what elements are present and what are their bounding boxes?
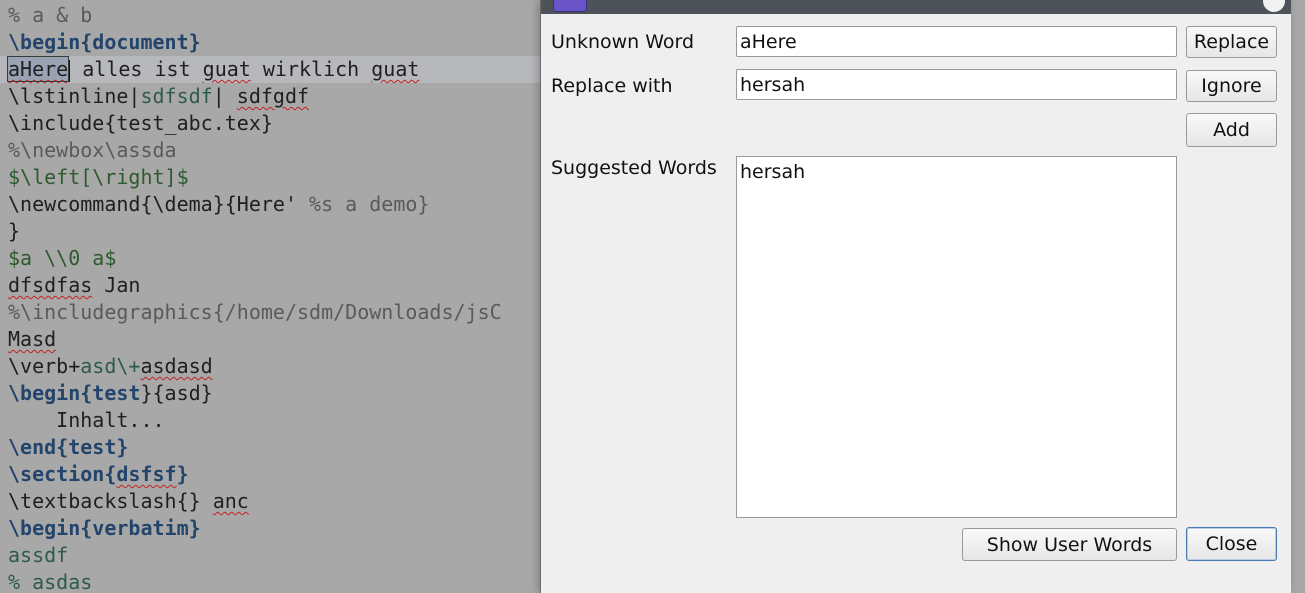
editor-text: assdf <box>8 543 69 567</box>
editor-text: }{asd} <box>140 381 213 405</box>
unknown-word-label: Unknown Word <box>551 31 695 53</box>
editor-line[interactable]: } <box>8 218 20 245</box>
unknown-word-field[interactable] <box>736 26 1177 57</box>
editor-line[interactable]: Masd <box>8 326 56 353</box>
editor-line[interactable]: $a \\0 a$ <box>8 245 116 272</box>
editor-text: verbatim <box>92 516 189 540</box>
app-icon <box>553 0 587 12</box>
editor-line[interactable]: $\left[\right]$ <box>8 164 189 191</box>
close-icon[interactable] <box>1263 0 1285 12</box>
spell-check-dialog: Unknown Word Replace Replace with Ignore… <box>540 0 1291 593</box>
editor-text: \newcommand{\dema}{Here' <box>8 192 310 216</box>
editor-text: asd\+ <box>80 354 141 378</box>
editor-text: } <box>188 516 201 540</box>
editor-text: \begin{ <box>8 516 93 540</box>
editor-text: %\includegraphics{/home/sdm/Downloads/js… <box>8 300 502 324</box>
close-button[interactable]: Close <box>1186 527 1277 561</box>
editor-text: $\left[\right]$ <box>8 165 189 189</box>
editor-line[interactable]: \begin{verbatim} <box>8 515 201 542</box>
editor-text: % a & b <box>8 3 93 27</box>
editor-text: } <box>176 462 189 486</box>
editor-line[interactable]: Inhalt... <box>8 407 165 434</box>
editor-text: \section{ <box>8 462 117 486</box>
misspelled-word: Masd <box>8 327 57 351</box>
suggestion-item[interactable]: hersah <box>737 159 1176 185</box>
editor-line[interactable]: % asdas <box>8 569 92 593</box>
editor-text: test <box>92 381 141 405</box>
replace-with-input[interactable] <box>736 69 1177 100</box>
editor-text: Inhalt... <box>8 408 165 432</box>
misspelled-word: anc <box>212 489 249 513</box>
editor-text: $a \\0 a$ <box>8 246 117 270</box>
editor-text: \begin{ <box>8 30 93 54</box>
editor-text: \end{ <box>8 435 69 459</box>
editor-text: %\newbox\assda <box>8 138 177 162</box>
misspelled-word: sdfgdf <box>236 84 310 108</box>
editor-text: \verb+ <box>8 354 81 378</box>
suggested-words-list[interactable]: hersah <box>736 156 1177 518</box>
misspelled-word: dsfsf <box>116 462 177 486</box>
editor-line[interactable]: dfsdfas Jan <box>8 272 140 299</box>
editor-line[interactable]: \verb+asd\+asdasd <box>8 353 213 380</box>
suggested-words-label: Suggested Words <box>551 157 717 179</box>
editor-line[interactable]: %\newbox\assda <box>8 137 177 164</box>
editor-text: % asdas <box>8 570 93 593</box>
editor-line-current[interactable]: aHere alles ist guat wirklich guat <box>0 56 540 83</box>
misspelled-word: dfsdfas <box>8 273 93 297</box>
editor-line[interactable]: \end{test} <box>8 434 128 461</box>
editor-text: } <box>188 30 201 54</box>
add-button[interactable]: Add <box>1186 113 1277 147</box>
editor-text: \lstinline| <box>8 84 141 108</box>
dialog-titlebar[interactable] <box>541 0 1291 14</box>
misspelled-word: guat <box>371 57 420 81</box>
editor-line[interactable]: \section{dsfsf} <box>8 461 189 488</box>
editor-text: | <box>212 84 237 108</box>
editor-line[interactable]: \include{test_abc.tex} <box>8 110 273 137</box>
replace-with-label: Replace with <box>551 75 673 97</box>
editor-line[interactable]: % a & b <box>8 2 92 29</box>
misspelled-word: asdasd <box>140 354 213 378</box>
editor-line[interactable]: \begin{document} <box>8 29 201 56</box>
show-user-words-button[interactable]: Show User Words <box>962 528 1177 561</box>
screen: % a & b \begin{document} aHere alles ist g… <box>0 0 1305 593</box>
replace-button[interactable]: Replace <box>1186 26 1277 58</box>
editor-line[interactable]: \lstinline|sdfsdf| sdfgdf <box>8 83 309 110</box>
editor-text: wirklich <box>250 57 372 81</box>
editor-line[interactable]: \textbackslash{} anc <box>8 488 249 515</box>
editor-text: alles ist <box>70 57 203 81</box>
ignore-button[interactable]: Ignore <box>1186 70 1277 102</box>
editor-text: test <box>68 435 117 459</box>
editor-line[interactable]: assdf <box>8 542 68 569</box>
editor-text: \textbackslash{} <box>8 489 213 513</box>
misspelled-word: guat <box>202 57 251 81</box>
misspelled-word: aHere <box>6 56 70 82</box>
editor-line[interactable]: %\includegraphics{/home/sdm/Downloads/js… <box>8 299 502 326</box>
editor-line[interactable]: \begin{test}{asd} <box>8 380 213 407</box>
editor-text: Jan <box>92 273 141 297</box>
editor-text: %s a demo} <box>309 192 430 216</box>
editor-text: document <box>92 30 189 54</box>
editor-text: \include{test_abc.tex} <box>8 111 273 135</box>
editor-text: sdfsdf <box>140 84 213 108</box>
editor-text: } <box>8 219 21 243</box>
editor-text: \begin{ <box>8 381 93 405</box>
editor-text: } <box>116 435 129 459</box>
editor-line[interactable]: \newcommand{\dema}{Here' %s a demo} <box>8 191 429 218</box>
